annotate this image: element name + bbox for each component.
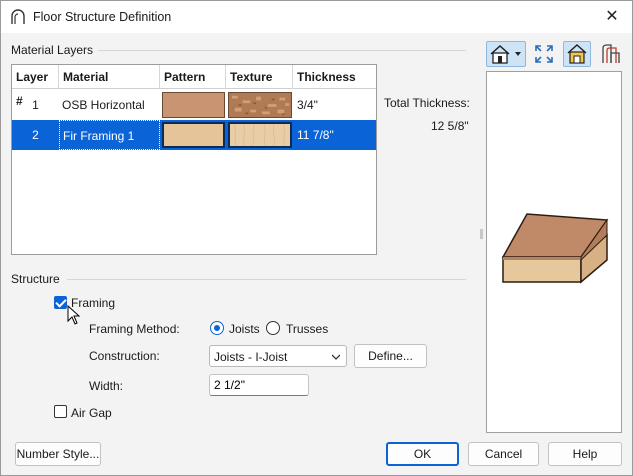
trusses-label[interactable]: Trusses bbox=[286, 322, 328, 336]
material-layers-label: Material Layers bbox=[11, 43, 94, 57]
fit-window-button[interactable] bbox=[531, 41, 557, 67]
group-divider bbox=[98, 50, 466, 51]
material-name: OSB Horizontal bbox=[62, 98, 145, 112]
mouse-cursor-icon bbox=[67, 305, 81, 325]
layer-number: 1 bbox=[32, 98, 39, 112]
material-layers-table[interactable]: Layer # Material Pattern Texture Thickne… bbox=[11, 64, 377, 255]
texture-swatch[interactable] bbox=[228, 122, 292, 148]
thickness-value: 11 7/8" bbox=[297, 128, 334, 142]
table-header: Layer # Material Pattern Texture Thickne… bbox=[12, 65, 376, 108]
view-menu-button[interactable] bbox=[486, 41, 526, 67]
layers-preview-icon bbox=[602, 44, 620, 63]
pattern-fill bbox=[164, 124, 223, 146]
pattern-swatch[interactable] bbox=[162, 122, 225, 148]
construction-label: Construction: bbox=[89, 349, 160, 363]
color-toggle-icon bbox=[567, 43, 587, 64]
total-thickness-label: Total Thickness: bbox=[384, 96, 470, 110]
construction-select[interactable]: Joists - I-Joist bbox=[209, 345, 347, 367]
fit-window-icon bbox=[535, 45, 553, 63]
color-toggle-button[interactable] bbox=[563, 41, 591, 67]
cancel-button[interactable]: Cancel bbox=[468, 442, 539, 466]
construction-value: Joists - I-Joist bbox=[214, 350, 288, 364]
texture-fill bbox=[229, 93, 291, 117]
close-icon: ✕ bbox=[605, 8, 619, 25]
table-row[interactable]: 2 Fir Framing 1 11 7/8" bbox=[12, 120, 376, 150]
app-logo-icon bbox=[11, 9, 25, 24]
dialog-window: Floor Structure Definition ✕ Material La… bbox=[0, 0, 633, 476]
joists-label[interactable]: Joists bbox=[229, 322, 260, 336]
osb-layer-edge bbox=[503, 257, 581, 260]
width-field[interactable] bbox=[209, 374, 309, 396]
material-name: Fir Framing 1 bbox=[59, 120, 160, 150]
framing-checkbox[interactable] bbox=[54, 296, 67, 309]
column-header-layer[interactable]: Layer # bbox=[12, 65, 59, 108]
ok-button[interactable]: OK bbox=[386, 442, 459, 466]
air-gap-checkbox[interactable] bbox=[54, 405, 67, 418]
help-button[interactable]: Help bbox=[548, 442, 622, 466]
column-header-pattern[interactable]: Pattern bbox=[160, 65, 226, 89]
column-header-texture[interactable]: Texture bbox=[226, 65, 293, 89]
window-title: Floor Structure Definition bbox=[33, 10, 172, 24]
group-divider bbox=[67, 279, 466, 280]
preview-pane[interactable] bbox=[486, 71, 622, 433]
air-gap-label[interactable]: Air Gap bbox=[71, 406, 112, 420]
layer-number: 2 bbox=[32, 128, 39, 142]
width-label: Width: bbox=[89, 379, 124, 393]
texture-swatch[interactable] bbox=[228, 92, 292, 118]
splitter-handle[interactable] bbox=[480, 229, 483, 239]
dropdown-arrow-icon bbox=[515, 52, 521, 56]
structure-label: Structure bbox=[11, 272, 60, 286]
number-style-button[interactable]: Number Style... bbox=[15, 442, 101, 466]
layers-preview-button[interactable] bbox=[597, 41, 623, 67]
house-view-icon bbox=[490, 44, 510, 64]
framing-layer-face bbox=[502, 256, 582, 283]
joists-radio[interactable] bbox=[210, 321, 224, 335]
table-row[interactable]: 1 OSB Horizontal 3/4" bbox=[12, 90, 376, 120]
pattern-fill bbox=[163, 93, 224, 117]
chevron-down-icon bbox=[332, 354, 340, 360]
floor-3d-preview bbox=[501, 213, 609, 284]
pattern-swatch[interactable] bbox=[162, 92, 225, 118]
total-thickness-value: 12 5/8" bbox=[431, 119, 469, 133]
trusses-radio[interactable] bbox=[266, 321, 280, 335]
title-bar: Floor Structure Definition ✕ bbox=[1, 1, 632, 33]
column-header-material[interactable]: Material bbox=[59, 65, 160, 89]
define-button[interactable]: Define... bbox=[354, 344, 427, 368]
thickness-value: 3/4" bbox=[297, 98, 318, 112]
column-header-thickness[interactable]: Thickness bbox=[293, 65, 376, 89]
texture-fill bbox=[230, 124, 290, 146]
close-button[interactable]: ✕ bbox=[592, 1, 632, 33]
framing-method-label: Framing Method: bbox=[89, 322, 180, 336]
